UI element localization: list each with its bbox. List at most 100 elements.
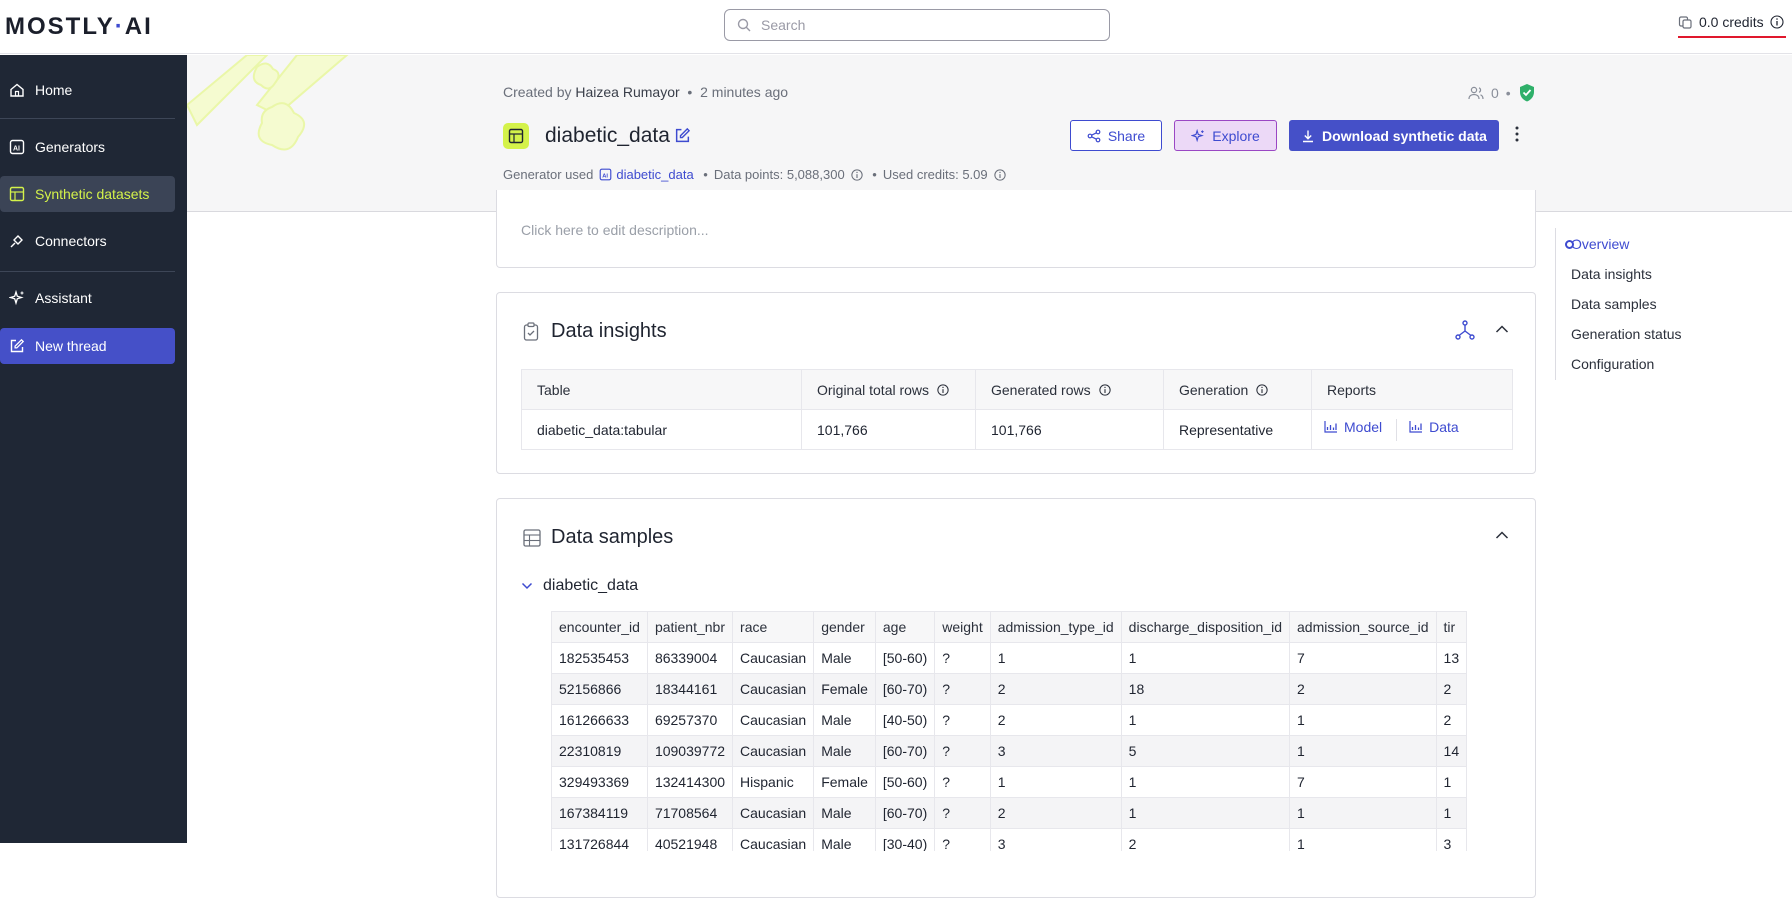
data-insights-card: Data insights Table Original total rows … — [496, 292, 1536, 474]
chevron-up-icon[interactable] — [1495, 324, 1509, 334]
ai-chip-icon: AI — [599, 168, 612, 181]
download-synthetic-data-button[interactable]: Download synthetic data — [1289, 120, 1499, 151]
table-cell: 1 — [989, 766, 1122, 798]
table-row: 22310819 109039772 Caucasian Male [60-70)? 3 5… — [551, 735, 1468, 767]
new-thread-button[interactable]: New thread — [0, 328, 175, 364]
table-cell: [60-70) — [874, 797, 936, 829]
column-header: discharge_disposition_id — [1120, 611, 1291, 643]
table-cell: 1 — [989, 642, 1122, 674]
table-cell: 40521948 — [646, 828, 734, 851]
table-cell: [50-60) — [874, 766, 936, 798]
table-cell: 1 — [1120, 704, 1291, 736]
table-cell: Male — [813, 735, 876, 767]
edit-title-icon[interactable] — [674, 127, 691, 144]
sidebar-divider — [0, 118, 175, 119]
clipboard-check-icon — [523, 322, 539, 341]
sidebar-item-generators[interactable]: AI Generators — [0, 129, 175, 165]
chart-icon — [1324, 421, 1337, 433]
table-cell: ? — [934, 766, 991, 798]
table-cell: Female — [813, 766, 876, 798]
table-cell: Caucasian — [732, 642, 815, 674]
explore-button[interactable]: Explore — [1174, 120, 1277, 151]
credits-indicator[interactable]: 0.0 credits — [1678, 14, 1786, 38]
share-button[interactable]: Share — [1070, 120, 1162, 151]
table-cell: [60-70) — [874, 673, 936, 705]
table-cell: 2 — [1435, 704, 1468, 736]
search-box[interactable] — [724, 9, 1110, 41]
share-icon — [1087, 129, 1101, 142]
table-cell: 2 — [989, 797, 1122, 829]
toc-item-generation-status[interactable]: Generation status — [1571, 326, 1682, 342]
samples-table: encounter_id patient_nbr race gender age weig… — [551, 611, 1468, 851]
data-samples-card: Data samples diabetic_data encounter_id p… — [496, 498, 1536, 898]
info-icon[interactable] — [1098, 383, 1111, 396]
table-cell: 13 — [1435, 642, 1468, 674]
brand-logo[interactable]: MOSTLY·AI — [5, 13, 153, 41]
toc-item-data-samples[interactable]: Data samples — [1571, 296, 1657, 312]
table-cell: 22310819 — [551, 735, 648, 767]
description-placeholder[interactable]: Click here to edit description... — [521, 222, 709, 238]
info-icon[interactable] — [1256, 383, 1268, 396]
chevron-up-icon[interactable] — [1495, 530, 1509, 540]
table-cell: 182535453 — [551, 642, 648, 674]
table-cell: 1 — [1289, 704, 1437, 736]
table-cell: 167384119 — [551, 797, 648, 829]
sidebar-item-connectors[interactable]: Connectors — [0, 223, 175, 259]
table-row: 329493369 132414300 Hispanic Female [50-60)?… — [551, 766, 1468, 798]
toc-item-data-insights[interactable]: Data insights — [1571, 266, 1652, 282]
table-cell: 2 — [989, 704, 1122, 736]
plug-icon — [10, 235, 23, 248]
created-info: Created by Haizea Rumayor • 2 minutes ag… — [503, 84, 789, 100]
table-icon — [523, 529, 541, 547]
more-options-icon[interactable] — [1514, 125, 1520, 143]
model-report-link[interactable]: Model — [1324, 419, 1382, 435]
table-cell: 109039772 — [646, 735, 734, 767]
column-header: weight — [934, 611, 991, 643]
table-cell: 14 — [1435, 735, 1468, 767]
top-bar: MOSTLY·AI 0.0 credits — [0, 0, 1792, 54]
col-reports: Reports — [1311, 369, 1513, 410]
chevron-down-icon — [521, 582, 533, 590]
sidebar-item-synthetic-datasets[interactable]: Synthetic datasets — [0, 176, 175, 212]
info-icon[interactable] — [1770, 15, 1784, 29]
schema-icon[interactable] — [1455, 320, 1475, 340]
column-header: admission_type_id — [989, 611, 1122, 643]
sidebar-item-home[interactable]: Home — [0, 72, 175, 108]
sidebar-divider — [0, 271, 175, 272]
users-icon[interactable] — [1468, 86, 1484, 100]
dataset-icon — [9, 186, 25, 202]
table-row: 161266633 69257370 Caucasian Male [40-50)? 2 1… — [551, 704, 1468, 736]
table-cell: 161266633 — [551, 704, 648, 736]
generator-link[interactable]: AI diabetic_data — [599, 167, 694, 182]
table-cell: 2 — [1289, 673, 1437, 705]
sidebar-item-assistant[interactable]: Assistant — [0, 280, 175, 316]
search-icon — [737, 18, 751, 32]
description-card[interactable]: Click here to edit description... — [496, 190, 1536, 268]
info-icon[interactable] — [937, 383, 949, 396]
table-cell: 18 — [1120, 673, 1291, 705]
data-report-link[interactable]: Data — [1409, 419, 1459, 435]
decorative-shapes — [187, 55, 349, 151]
col-original-rows: Original total rows — [801, 369, 976, 410]
table-cell: ? — [934, 673, 991, 705]
table-cell: Caucasian — [732, 735, 815, 767]
table-cell: 3 — [989, 735, 1122, 767]
sample-table-toggle[interactable]: diabetic_data — [521, 577, 638, 595]
search-input[interactable] — [761, 17, 1081, 33]
info-icon[interactable] — [993, 168, 1006, 181]
page-title: diabetic_data — [545, 124, 670, 147]
info-icon[interactable] — [851, 168, 863, 181]
column-header: patient_nbr — [646, 611, 734, 643]
samples-grid-scroll[interactable]: encounter_id patient_nbr race gender age weig… — [551, 611, 1513, 851]
toc-item-overview[interactable]: Overview — [1565, 236, 1629, 252]
svg-text:AI: AI — [13, 146, 20, 153]
table-cell: ? — [934, 797, 991, 829]
col-generation: Generation — [1163, 369, 1312, 410]
shield-check-icon — [1519, 84, 1534, 102]
toc-item-configuration[interactable]: Configuration — [1571, 356, 1654, 372]
table-cell: 2 — [1435, 673, 1468, 705]
table-row: 131726844 40521948 Caucasian Male [30-40)? 3 2… — [551, 828, 1468, 851]
table-header-row: encounter_id patient_nbr race gender age weig… — [551, 611, 1468, 643]
table-cell: Male — [813, 704, 876, 736]
toc-rail — [1555, 228, 1556, 380]
